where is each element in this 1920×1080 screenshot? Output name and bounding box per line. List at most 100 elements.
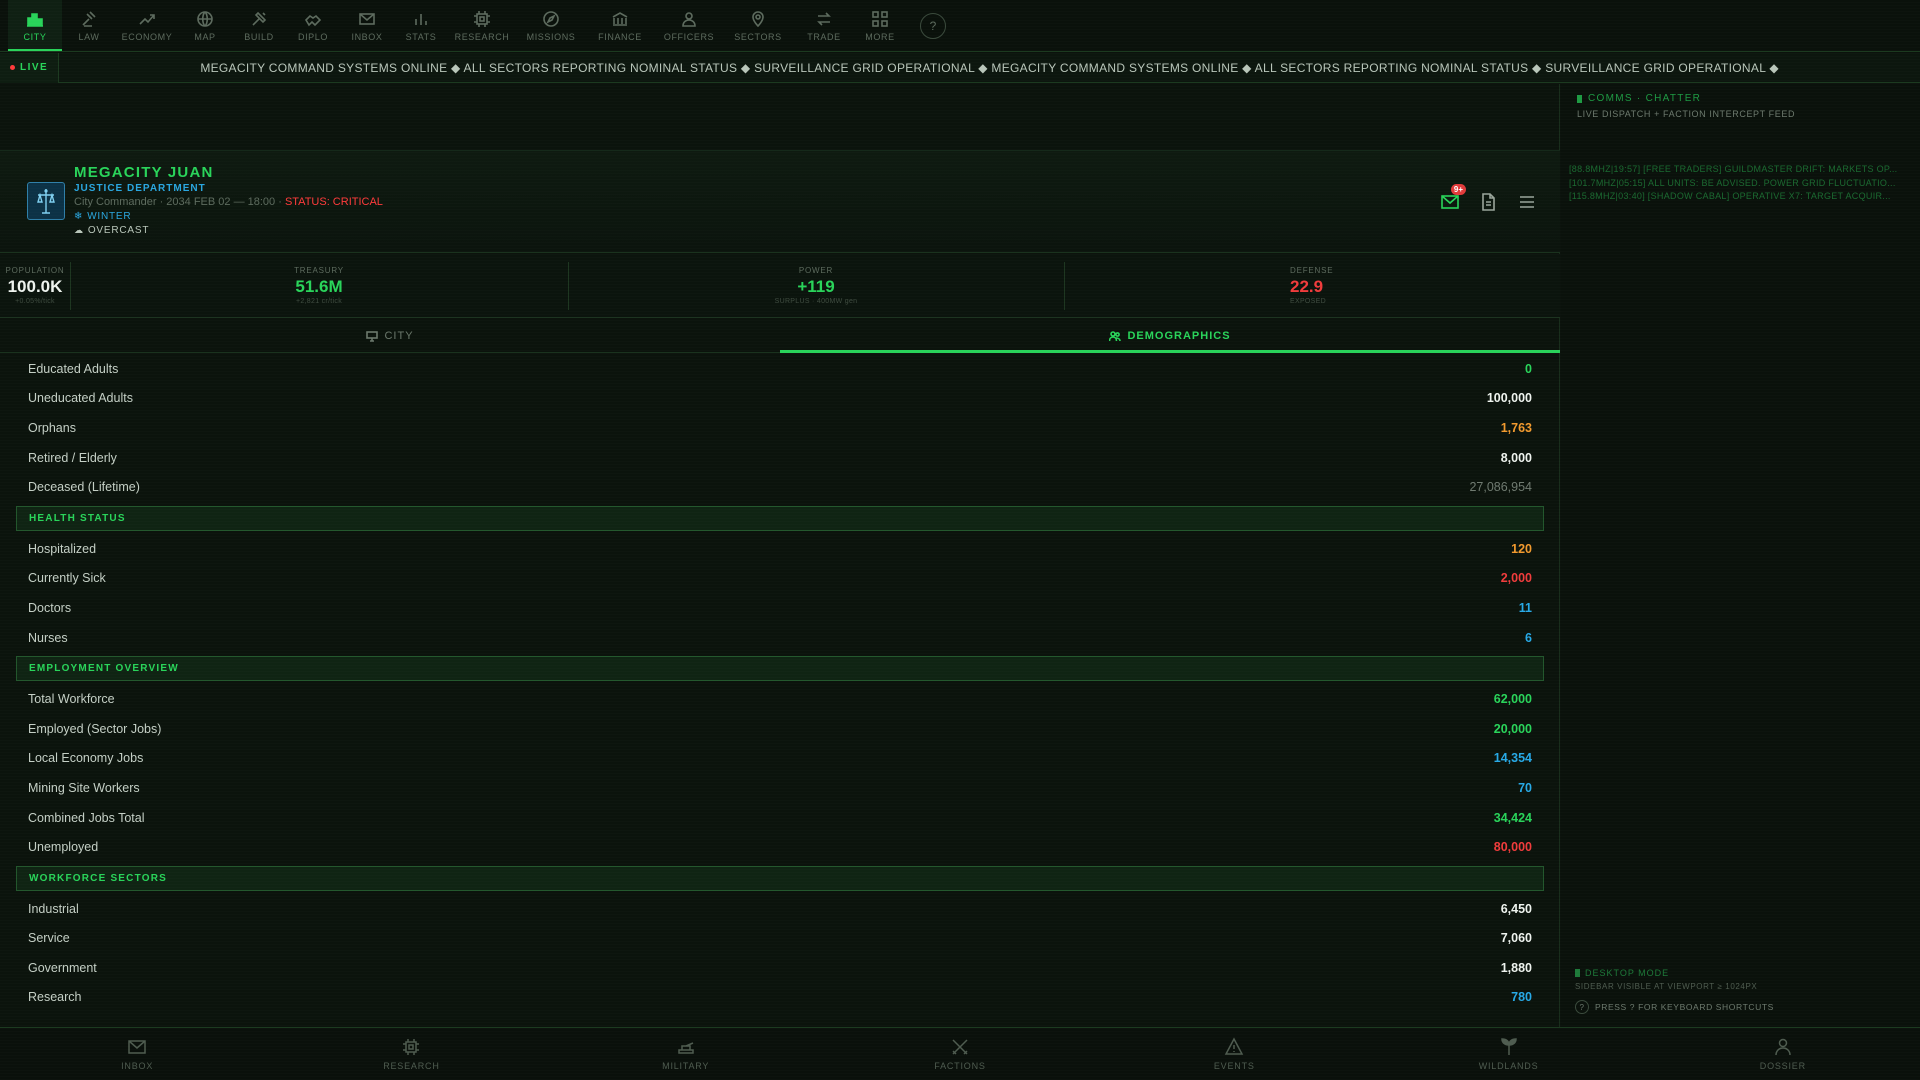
list-item: Doctors 11 — [16, 593, 1544, 623]
nav-label: RESEARCH — [454, 31, 510, 42]
nav-label: INBOX — [351, 31, 383, 42]
bottom-nav-label: EVENTS — [1213, 1061, 1255, 1071]
stat-population: POPULATION 100.0K +0.05%/tick — [0, 254, 70, 318]
bottom-nav-label: WILDLANDS — [1478, 1061, 1539, 1071]
hammer-icon — [250, 10, 268, 28]
list-item: Total Workforce 62,000 — [16, 684, 1544, 714]
report-button[interactable] — [1478, 192, 1498, 212]
list-item: Government 1,880 — [16, 953, 1544, 983]
row-value: 70 — [1518, 780, 1532, 795]
bottom-nav-military[interactable]: MILITARY — [549, 1028, 823, 1080]
stat-value: 22.9 — [1290, 277, 1324, 296]
nav-officers[interactable]: OFFICERS — [654, 0, 724, 51]
tab-demographics[interactable]: DEMOGRAPHICS — [780, 319, 1560, 353]
list-item: Nurses 6 — [16, 623, 1544, 653]
grid-icon — [871, 10, 889, 28]
live-label: LIVE — [20, 62, 49, 73]
monitor-icon — [366, 330, 379, 342]
nav-build[interactable]: BUILD — [232, 0, 286, 51]
nav-city[interactable]: CITY — [8, 0, 62, 51]
news-ticker: LIVE MEGACITY COMMAND SYSTEMS ONLINE ◆ A… — [0, 52, 1920, 83]
main-panel: MEGACITY JUAN JUSTICE DEPARTMENT City Co… — [0, 84, 1560, 1027]
stat-label: POWER — [798, 266, 834, 275]
leaf-icon — [1500, 1038, 1517, 1055]
tab-label: CITY — [384, 329, 414, 342]
bank-icon — [611, 10, 629, 28]
row-label: Currently Sick — [28, 571, 106, 586]
row-label: Unemployed — [28, 840, 99, 855]
desktop-mode-text: DESKTOP MODE — [1585, 968, 1670, 978]
row-value: 120 — [1511, 541, 1532, 556]
section-header-health: HEALTH STATUS — [16, 505, 1544, 531]
row-label: Government — [28, 960, 97, 975]
city-meta: City Commander · 2034 FEB 02 — 18:00 · S… — [74, 196, 383, 208]
bottom-nav-research[interactable]: RESEARCH — [274, 1028, 548, 1080]
tab-label: DEMOGRAPHICS — [1127, 329, 1231, 342]
nav-label: LAW — [78, 31, 100, 42]
stat-sub: +2,821 cr/tick — [295, 298, 343, 305]
bar-chart-icon — [412, 10, 430, 28]
tab-city[interactable]: CITY — [0, 319, 780, 352]
bottom-nav-wildlands[interactable]: WILDLANDS — [1371, 1028, 1645, 1080]
row-value: 34,424 — [1493, 810, 1532, 825]
nav-research[interactable]: RESEARCH — [448, 0, 516, 51]
row-label: Service — [28, 931, 70, 946]
list-item: Unemployed 80,000 — [16, 832, 1544, 862]
gavel-icon — [80, 10, 98, 28]
document-icon — [1482, 193, 1495, 211]
row-label: Research — [28, 990, 82, 1005]
bottom-nav-factions[interactable]: FACTIONS — [823, 1028, 1097, 1080]
sidebar-title: COMMS · CHATTER — [1577, 93, 1701, 104]
stat-value: 100.0K — [7, 277, 63, 296]
snowflake-icon: ❄ — [74, 211, 84, 222]
nav-finance[interactable]: FINANCE — [586, 0, 654, 51]
row-label: Deceased (Lifetime) — [28, 480, 140, 495]
mail-count-badge: 9+ — [1450, 184, 1466, 195]
list-item: Employed (Sector Jobs) 20,000 — [16, 714, 1544, 744]
row-label: Local Economy Jobs — [28, 751, 144, 766]
row-label: Employed (Sector Jobs) — [28, 721, 162, 736]
top-nav: CITY LAW ECONOMY MAP BUILD DIPLO INBOX S… — [0, 0, 1920, 52]
nav-diplo[interactable]: DIPLO — [286, 0, 340, 51]
city-emblem-icon — [27, 182, 65, 220]
nav-more[interactable]: MORE — [856, 0, 904, 51]
row-value: 6 — [1525, 630, 1532, 645]
hamburger-icon — [1520, 196, 1534, 208]
nav-label: SECTORS — [734, 31, 782, 42]
bottom-nav-dossier[interactable]: DOSSIER — [1646, 1028, 1920, 1080]
nav-sectors[interactable]: SECTORS — [724, 0, 792, 51]
chatter-line: [88.8MHZ|19:57] [FREE TRADERS] GUILDMAST… — [1569, 164, 1898, 174]
nav-label: DIPLO — [297, 31, 328, 42]
help-button[interactable]: ? — [920, 13, 946, 39]
nav-map[interactable]: MAP — [178, 0, 232, 51]
nav-law[interactable]: LAW — [62, 0, 116, 51]
nav-stats[interactable]: STATS — [394, 0, 448, 51]
bottom-nav-label: MILITARY — [662, 1061, 710, 1071]
menu-button[interactable] — [1517, 192, 1537, 212]
nav-missions[interactable]: MISSIONS — [516, 0, 586, 51]
row-value: 80,000 — [1493, 840, 1532, 855]
city-status: STATUS: CRITICAL — [284, 196, 383, 208]
shortcut-hint[interactable]: ? PRESS ? FOR KEYBOARD SHORTCUTS — [1575, 1000, 1774, 1014]
bottom-nav-inbox[interactable]: INBOX — [0, 1028, 274, 1080]
chip-icon — [473, 10, 491, 28]
chatter-feed[interactable]: [88.8MHZ|19:57] [FREE TRADERS] GUILDMAST… — [1569, 163, 1914, 204]
pin-icon — [749, 10, 767, 28]
nav-inbox[interactable]: INBOX — [340, 0, 394, 51]
stat-label: TREASURY — [294, 266, 344, 275]
live-badge: LIVE — [0, 52, 60, 83]
nav-trade[interactable]: TRADE — [792, 0, 856, 51]
row-value: 2,000 — [1500, 571, 1532, 586]
row-label: Mining Site Workers — [28, 780, 140, 795]
stat-label: POPULATION — [5, 266, 65, 275]
bottom-nav-events[interactable]: EVENTS — [1097, 1028, 1371, 1080]
list-item: Educated Adults 0 — [16, 354, 1544, 384]
weather-indicator: ☁ OVERCAST — [74, 225, 149, 236]
row-label: Orphans — [28, 420, 76, 435]
indicator-icon — [1575, 969, 1580, 977]
messages-button[interactable]: 9+ — [1440, 184, 1466, 212]
nav-economy[interactable]: ECONOMY — [116, 0, 178, 51]
sidebar-subtitle: LIVE DISPATCH + FACTION INTERCEPT FEED — [1577, 109, 1796, 119]
chip-icon — [403, 1039, 420, 1055]
demographics-list: Educated Adults 0 Uneducated Adults 100,00… — [16, 354, 1544, 1027]
